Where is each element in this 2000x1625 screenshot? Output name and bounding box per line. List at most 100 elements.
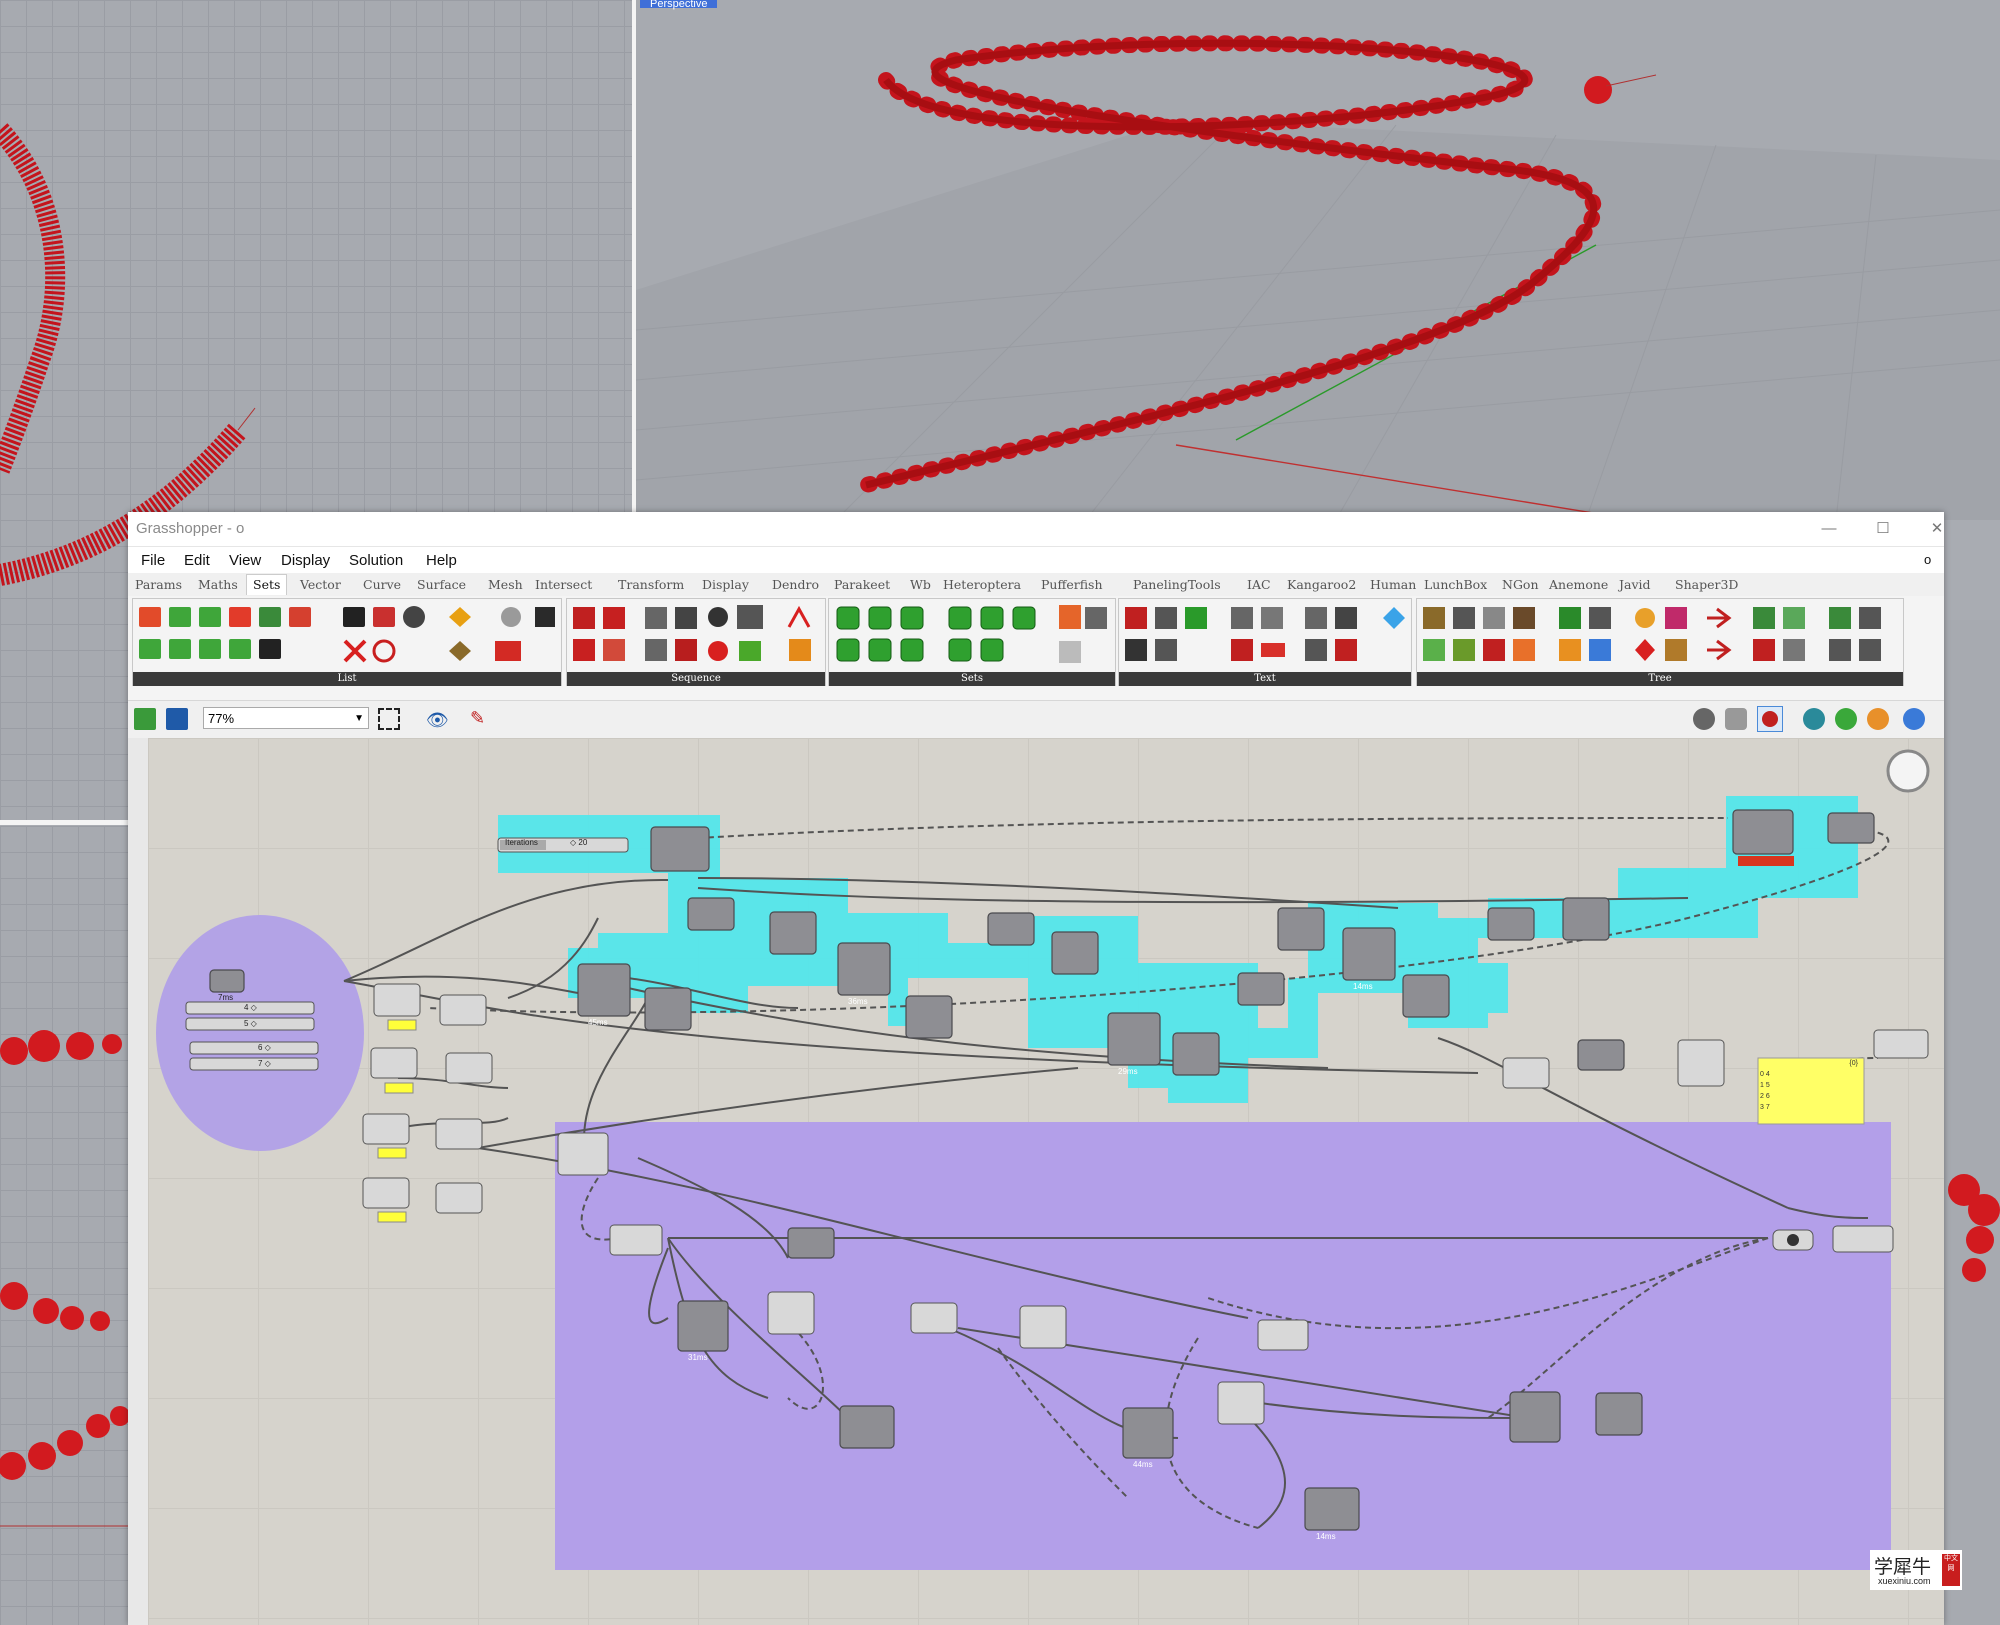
right-viewport[interactable] — [1944, 620, 2000, 1625]
tab-heteroptera[interactable]: Heteroptera — [943, 577, 1021, 592]
slider-d[interactable]: 7 ◇ — [258, 1059, 271, 1068]
tab-pufferfish[interactable]: Pufferfish — [1041, 577, 1103, 592]
menu-bar: File Edit View Display Solution Help o — [128, 547, 1944, 573]
display-sphere-icon[interactable] — [1903, 708, 1925, 730]
menu-display[interactable]: Display — [281, 552, 330, 569]
panel-sets: Sets — [828, 598, 1116, 686]
tab-human[interactable]: Human — [1370, 577, 1416, 592]
perspective-geometry — [636, 35, 2000, 520]
definition-graph — [156, 749, 1930, 1570]
sketch-pen-icon[interactable]: ✎ — [470, 708, 485, 729]
mesh-settings-icon[interactable] — [1803, 708, 1825, 730]
viewport-separator-h[interactable] — [0, 820, 130, 825]
tab-transform[interactable]: Transform — [618, 577, 684, 592]
panel-text: Text — [1118, 598, 1412, 686]
panel-path: {0} — [1849, 1060, 1858, 1067]
panel-sequence: Sequence — [566, 598, 826, 686]
tab-mesh[interactable]: Mesh — [488, 577, 523, 592]
perspective-viewport[interactable]: Perspective — [636, 0, 2000, 520]
slider-c[interactable]: 6 ◇ — [258, 1043, 271, 1052]
open-file-icon[interactable] — [134, 708, 156, 730]
front-viewport[interactable] — [0, 826, 130, 1625]
tab-kangaroo2[interactable]: Kangaroo2 — [1287, 577, 1356, 592]
tab-javid[interactable]: Javid — [1619, 577, 1651, 592]
tab-ngon[interactable]: NGon — [1502, 577, 1539, 592]
preview-selected-icon[interactable] — [1757, 706, 1783, 732]
tab-lunchbox[interactable]: LunchBox — [1424, 577, 1487, 592]
iterations-slider-value[interactable]: ◇ 20 — [570, 838, 587, 847]
tab-parakeet[interactable]: Parakeet — [834, 577, 890, 592]
input-component — [209, 969, 245, 993]
timer-c: 29ms — [1118, 1067, 1138, 1076]
tab-params[interactable]: Params — [135, 577, 182, 592]
tab-display[interactable]: Display — [702, 577, 749, 592]
panel-line-0: 0 4 — [1760, 1071, 1770, 1078]
preview-eye-icon[interactable]: 👁 — [426, 710, 449, 731]
panel-line-1: 1 5 — [1760, 1082, 1770, 1089]
panel-sets-label[interactable]: Sets — [829, 672, 1115, 686]
panel-sequence-label[interactable]: Sequence — [567, 672, 825, 686]
sequence-component-icons[interactable] — [567, 599, 825, 671]
tab-wb[interactable]: Wb — [910, 577, 931, 592]
tree-component-icons[interactable] — [1417, 599, 1903, 671]
timer-d: 14ms — [1353, 982, 1373, 991]
menu-help[interactable]: Help — [426, 552, 457, 569]
inputs-group-ellipse — [156, 915, 364, 1151]
save-file-icon[interactable] — [166, 708, 188, 730]
timer-g: 14ms — [1316, 1532, 1336, 1541]
watermark-badge: 中文网 — [1942, 1554, 1960, 1586]
iterations-slider-label: Iterations — [505, 838, 538, 847]
tab-maths[interactable]: Maths — [198, 577, 238, 592]
title-bar[interactable]: Grasshopper - o — ☐ ✕ — [128, 512, 1944, 547]
component-ribbon: List Sequence Sets Text Tree — [128, 596, 1944, 701]
tab-shaper3d[interactable]: Shaper3D — [1675, 577, 1738, 592]
preview-shaded-icon[interactable] — [1725, 708, 1747, 730]
panel-text-label[interactable]: Text — [1119, 672, 1411, 686]
document-preview-icon[interactable] — [1835, 708, 1857, 730]
slider-a[interactable]: 4 ◇ — [244, 1003, 257, 1012]
list-component-icons[interactable] — [133, 599, 561, 671]
tab-curve[interactable]: Curve — [363, 577, 401, 592]
text-component-icons[interactable] — [1119, 599, 1411, 671]
slider-b[interactable]: 5 ◇ — [244, 1019, 257, 1028]
panel-tree: Tree — [1416, 598, 1904, 686]
preview-wire-icon[interactable] — [1693, 708, 1715, 730]
minimize-button[interactable]: — — [1806, 516, 1852, 542]
menu-right-label: o — [1924, 552, 1932, 567]
loop-end-node — [1732, 809, 1794, 855]
menu-view[interactable]: View — [229, 552, 261, 569]
tab-surface[interactable]: Surface — [417, 577, 466, 592]
material-icon[interactable] — [1867, 708, 1889, 730]
menu-edit[interactable]: Edit — [184, 552, 210, 569]
tab-vector[interactable]: Vector — [300, 577, 341, 592]
sets-component-icons[interactable] — [829, 599, 1115, 671]
watermark: 学犀牛 xuexiniu.com 中文网 — [1870, 1550, 1962, 1590]
panel-line-3: 3 7 — [1760, 1104, 1770, 1111]
tab-iac[interactable]: IAC — [1247, 577, 1271, 592]
tab-sets[interactable]: Sets — [246, 574, 288, 595]
panel-list-label[interactable]: List — [133, 672, 561, 686]
tab-intersect[interactable]: Intersect — [535, 577, 592, 592]
timer-input: 7ms — [218, 993, 234, 1002]
zoom-extents-icon[interactable] — [378, 708, 400, 730]
tab-dendro[interactable]: Dendro — [772, 577, 819, 592]
timer-f: 44ms — [1133, 1460, 1153, 1469]
maximize-button[interactable]: ☐ — [1860, 516, 1906, 542]
tab-anemone[interactable]: Anemone — [1549, 577, 1608, 592]
tab-panelingtools[interactable]: PanelingTools — [1133, 577, 1221, 592]
loop-end-progress — [1738, 856, 1794, 866]
menu-file[interactable]: File — [141, 552, 165, 569]
menu-solution[interactable]: Solution — [349, 552, 403, 569]
purple-group-rect — [555, 1122, 1891, 1570]
watermark-text: 学犀牛 — [1874, 1556, 1932, 1578]
loop-start-node — [650, 826, 710, 872]
panel-tree-label[interactable]: Tree — [1417, 672, 1903, 686]
grasshopper-canvas[interactable]: Iterations ◇ 20 7ms 45ms 36ms 29ms 14ms … — [148, 738, 1944, 1625]
perspective-label[interactable]: Perspective — [640, 0, 718, 10]
timer-e: 31ms — [688, 1353, 708, 1362]
chevron-down-icon: ▼ — [354, 713, 364, 724]
zoom-select[interactable]: 77% ▼ — [203, 707, 369, 729]
right-viewport-geometry — [1948, 1174, 2000, 1282]
close-button[interactable]: ✕ — [1914, 516, 1960, 542]
output-panel-text[interactable]: {0} 0 4 1 5 2 6 3 7 — [1760, 1058, 1862, 1113]
